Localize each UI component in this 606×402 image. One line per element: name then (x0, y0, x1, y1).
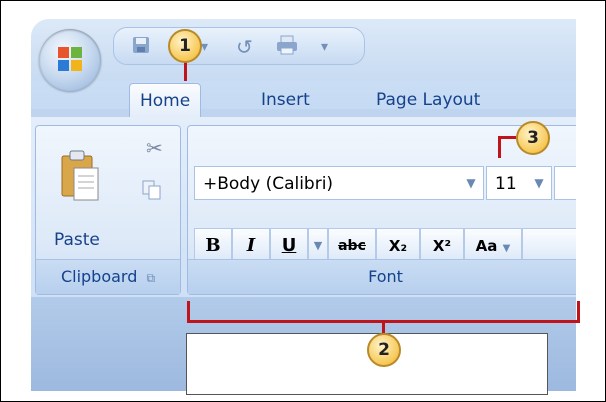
chevron-down-icon: ▼ (313, 239, 323, 252)
underline-icon: U (281, 235, 297, 256)
clipboard-group-label: Clipboard ⧉ (36, 259, 180, 294)
figure-frame: ▾ ↺ ▾ Home Insert Page Layout ✂ Paste Cl… (0, 0, 606, 402)
save-icon[interactable] (131, 35, 151, 60)
paste-label[interactable]: Paste (54, 230, 100, 250)
chevron-down-icon[interactable]: ▼ (527, 167, 551, 199)
chevron-down-icon[interactable]: ▼ (459, 167, 483, 199)
italic-button[interactable]: I (232, 228, 270, 262)
tab-label: Page Layout (376, 90, 481, 110)
underline-button[interactable]: U (270, 228, 308, 262)
tab-label: Home (140, 91, 191, 111)
print-icon[interactable] (276, 35, 298, 60)
callout-line (498, 136, 516, 139)
font-name-combo[interactable]: +Body (Calibri) ▼ (194, 166, 484, 200)
change-case-icon: Aa (475, 237, 498, 255)
document-page[interactable] (186, 333, 548, 395)
italic-icon: I (246, 235, 256, 256)
tab-insert[interactable]: Insert (251, 83, 320, 117)
ribbon: ✂ Paste Clipboard ⧉ +Body (Calibri) ▼ 11 (31, 117, 576, 297)
title-bar: ▾ ↺ ▾ (31, 19, 576, 81)
underline-dropdown-button[interactable]: ▼ (308, 228, 328, 262)
callout-line (382, 320, 385, 334)
callout-number: 3 (527, 128, 539, 148)
bold-button[interactable]: B (194, 228, 232, 262)
paste-icon[interactable] (60, 150, 100, 206)
undo-icon[interactable]: ↺ (236, 35, 253, 59)
bold-icon: B (205, 235, 221, 256)
clipboard-label-text: Clipboard (60, 267, 138, 286)
office-button[interactable] (39, 29, 101, 91)
office-logo-icon (58, 47, 82, 71)
subscript-icon: X₂ (388, 237, 408, 255)
callout-number: 1 (179, 36, 191, 56)
tab-home[interactable]: Home (129, 83, 202, 118)
superscript-button[interactable]: X² (420, 228, 464, 262)
callout-number: 2 (378, 340, 390, 360)
superscript-icon: X² (432, 237, 452, 255)
dialog-launcher-icon[interactable]: ⧉ (146, 271, 155, 285)
strikethrough-icon: abc (338, 238, 366, 254)
font-label-text: Font (368, 267, 403, 286)
font-group-label: Font (188, 259, 576, 294)
chevron-down-icon: ▼ (502, 243, 511, 254)
grow-font-button[interactable] (554, 166, 576, 200)
copy-icon[interactable] (142, 180, 162, 204)
font-group: +Body (Calibri) ▼ 11 ▼ B I U ▼ abc X₂ X²… (187, 125, 576, 295)
subscript-button[interactable]: X₂ (376, 228, 420, 262)
font-size-combo[interactable]: 11 ▼ (486, 166, 552, 200)
callout-badge-2: 2 (367, 333, 401, 367)
font-size-value: 11 (495, 174, 517, 194)
dropdown-icon[interactable]: ▾ (201, 39, 208, 55)
customize-icon[interactable]: ▾ (321, 39, 328, 55)
callout-badge-1: 1 (168, 29, 202, 63)
strikethrough-button[interactable]: abc (328, 228, 376, 262)
clipboard-group: ✂ Paste Clipboard ⧉ (35, 125, 181, 295)
font-name-value: +Body (Calibri) (203, 174, 334, 194)
more-format-button[interactable] (522, 228, 576, 262)
cut-icon[interactable]: ✂ (146, 136, 163, 160)
tab-page-layout[interactable]: Page Layout (366, 83, 490, 117)
change-case-button[interactable]: Aa ▼ (464, 228, 522, 262)
tab-label: Insert (261, 90, 310, 110)
callout-badge-3: 3 (516, 121, 550, 155)
callout-line (498, 136, 501, 158)
